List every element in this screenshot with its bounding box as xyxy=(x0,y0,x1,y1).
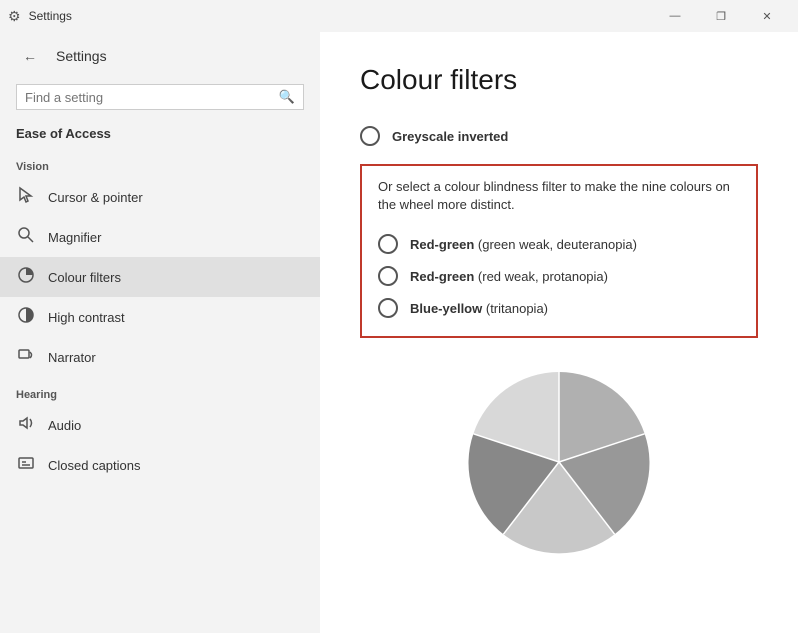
sidebar-item-cursor[interactable]: Cursor & pointer xyxy=(0,177,320,217)
red-green-weak-option[interactable]: Red-green (green weak, deuteranopia) xyxy=(378,228,740,260)
closed-captions-icon xyxy=(16,454,36,477)
blindness-filter-box: Or select a colour blindness filter to m… xyxy=(360,164,758,338)
narrator-icon xyxy=(16,346,36,369)
red-green-strong-option[interactable]: Red-green (red weak, protanopia) xyxy=(378,260,740,292)
sidebar-item-audio-label: Audio xyxy=(48,418,81,433)
close-button[interactable]: ✕ xyxy=(744,0,790,32)
cursor-icon xyxy=(16,186,36,209)
titlebar-title: Settings xyxy=(29,9,652,23)
search-icon: 🔍 xyxy=(279,89,295,105)
blindness-description: Or select a colour blindness filter to m… xyxy=(378,178,740,214)
blue-yellow-option[interactable]: Blue-yellow (tritanopia) xyxy=(378,292,740,324)
colour-wheel-chart xyxy=(459,362,659,562)
greyscale-inverted-label: Greyscale inverted xyxy=(392,129,508,144)
greyscale-inverted-radio[interactable] xyxy=(360,126,380,146)
sidebar-item-cursor-label: Cursor & pointer xyxy=(48,190,143,205)
audio-icon xyxy=(16,414,36,437)
sidebar-item-closed-captions-label: Closed captions xyxy=(48,458,141,473)
colour-wheel-container xyxy=(360,362,758,562)
high-contrast-icon xyxy=(16,306,36,329)
red-green-strong-radio[interactable] xyxy=(378,266,398,286)
red-green-weak-label: Red-green (green weak, deuteranopia) xyxy=(410,237,637,252)
search-box[interactable]: 🔍 xyxy=(16,84,304,110)
sidebar-item-colour-filters-label: Colour filters xyxy=(48,270,121,285)
app-body: ← Settings 🔍 Ease of Access Vision Curso… xyxy=(0,32,798,633)
blue-yellow-radio[interactable] xyxy=(378,298,398,318)
sidebar-header: ← Settings xyxy=(0,32,320,80)
maximize-button[interactable]: ❐ xyxy=(698,0,744,32)
titlebar: ⚙ Settings — ❐ ✕ xyxy=(0,0,798,32)
sidebar-app-title: Settings xyxy=(56,48,107,64)
sidebar-item-closed-captions[interactable]: Closed captions xyxy=(0,445,320,485)
magnifier-icon xyxy=(16,226,36,249)
settings-icon: ⚙ xyxy=(8,8,21,25)
sidebar-item-narrator-label: Narrator xyxy=(48,350,96,365)
ease-of-access-label: Ease of Access xyxy=(0,122,320,149)
hearing-section-label: Hearing xyxy=(0,377,320,405)
sidebar-item-narrator[interactable]: Narrator xyxy=(0,337,320,377)
sidebar-item-high-contrast-label: High contrast xyxy=(48,310,125,325)
page-title: Colour filters xyxy=(360,64,758,96)
sidebar: ← Settings 🔍 Ease of Access Vision Curso… xyxy=(0,32,320,633)
blue-yellow-label: Blue-yellow (tritanopia) xyxy=(410,301,548,316)
colour-filters-icon xyxy=(16,266,36,289)
content-area: Colour filters Greyscale inverted Or sel… xyxy=(320,32,798,633)
sidebar-item-high-contrast[interactable]: High contrast xyxy=(0,297,320,337)
minimize-button[interactable]: — xyxy=(652,0,698,32)
back-button[interactable]: ← xyxy=(16,42,44,70)
red-green-strong-label: Red-green (red weak, protanopia) xyxy=(410,269,608,284)
vision-section-label: Vision xyxy=(0,149,320,177)
red-green-weak-radio[interactable] xyxy=(378,234,398,254)
search-input[interactable] xyxy=(25,90,279,105)
sidebar-item-colour-filters[interactable]: Colour filters xyxy=(0,257,320,297)
window-controls: — ❐ ✕ xyxy=(652,0,790,32)
sidebar-item-audio[interactable]: Audio xyxy=(0,405,320,445)
sidebar-item-magnifier-label: Magnifier xyxy=(48,230,101,245)
sidebar-item-magnifier[interactable]: Magnifier xyxy=(0,217,320,257)
greyscale-inverted-option[interactable]: Greyscale inverted xyxy=(360,120,758,152)
